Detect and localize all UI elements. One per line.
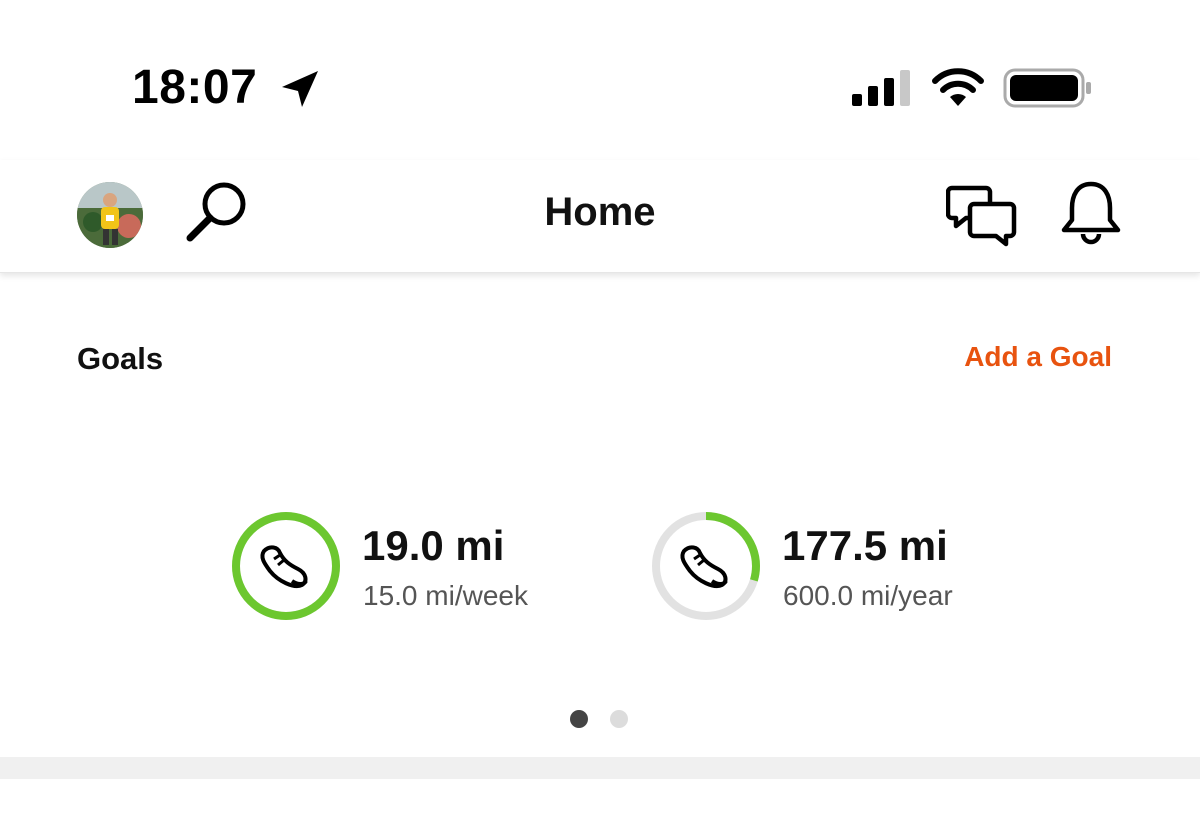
page-dot-active[interactable] [570,710,588,728]
cellular-signal-icon [852,70,910,106]
goal-current-value: 19.0 mi [362,522,505,569]
page-dot-inactive[interactable] [610,710,628,728]
top-navigation-bar: Home [0,160,1200,273]
page-indicator[interactable] [570,710,630,730]
shoe-icon [680,545,728,588]
page-title: Home [544,190,656,234]
goal-current-value: 177.5 mi [782,522,948,569]
goal-target: 15.0 mi/week [363,580,528,611]
battery-icon [1003,68,1091,108]
status-bar: 18:07 [0,0,1200,160]
bell-icon[interactable] [1055,178,1127,250]
location-arrow-icon [282,71,318,107]
section-divider [0,757,1200,779]
status-time: 18:07 [132,61,258,114]
goals-section-title: Goals [77,341,164,376]
goal-target: 600.0 mi/year [783,580,953,611]
shoe-icon [260,545,308,588]
messages-icon[interactable] [946,180,1018,250]
wifi-icon [932,68,984,106]
add-goal-link[interactable]: Add a Goal [964,341,1112,373]
